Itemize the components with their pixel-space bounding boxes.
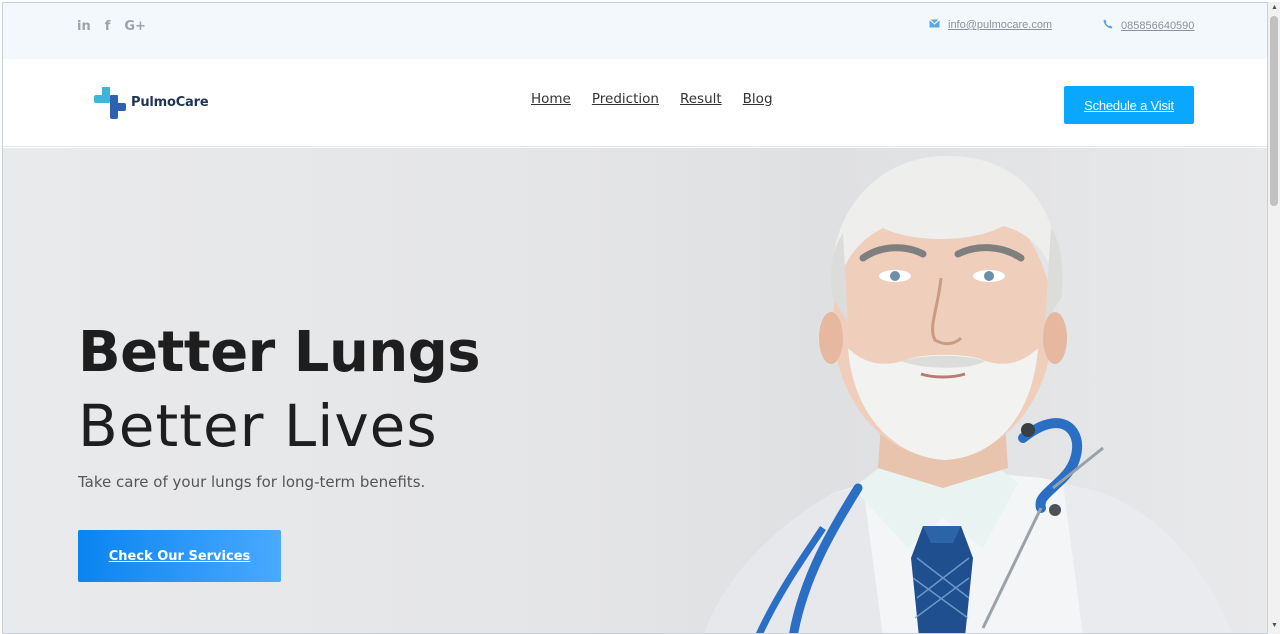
phone-text: 085856640590 [1121,19,1195,32]
nav-blog[interactable]: Blog [743,91,773,107]
schedule-visit-button[interactable]: Schedule a Visit [1064,86,1194,124]
envelope-icon [929,19,940,31]
google-plus-icon[interactable]: G+ [124,19,146,34]
vertical-scrollbar[interactable]: ▲ ▼ [1268,2,1280,634]
hero-title-light: Better Lives [78,392,438,460]
linkedin-icon[interactable]: in [77,19,91,34]
phone-link[interactable]: 085856640590 [1103,19,1194,32]
scrollbar-thumb[interactable] [1270,16,1278,206]
hero-title-bold: Better Lungs [78,320,481,385]
hero-subtitle: Take care of your lungs for long-term be… [78,473,426,491]
logo-text: PulmoCare [131,94,209,110]
scroll-down-icon[interactable]: ▼ [1271,622,1278,629]
nav-result[interactable]: Result [680,91,722,107]
page-frame: in f G+ info@pulmocare.com 085856640590 [2,2,1268,634]
social-links: in f G+ [77,19,146,34]
hero-section: Better Lungs Better Lives Take care of y… [3,148,1267,633]
scroll-up-icon[interactable]: ▲ [1271,4,1278,11]
top-bar: in f G+ info@pulmocare.com 085856640590 [3,3,1267,59]
phone-icon [1103,19,1113,32]
nav-home[interactable]: Home [531,91,571,107]
email-text: info@pulmocare.com [948,19,1053,31]
main-nav: Home Prediction Result Blog [531,91,773,107]
check-services-button[interactable]: Check Our Services [78,530,281,582]
doctor-photo [704,155,1232,633]
logo[interactable]: PulmoCare [93,85,209,119]
main-header: PulmoCare Home Prediction Result Blog Sc… [3,59,1267,147]
nav-prediction[interactable]: Prediction [592,91,659,107]
facebook-icon[interactable]: f [105,19,111,34]
logo-cross-icon [93,85,127,119]
email-link[interactable]: info@pulmocare.com [929,19,1052,31]
